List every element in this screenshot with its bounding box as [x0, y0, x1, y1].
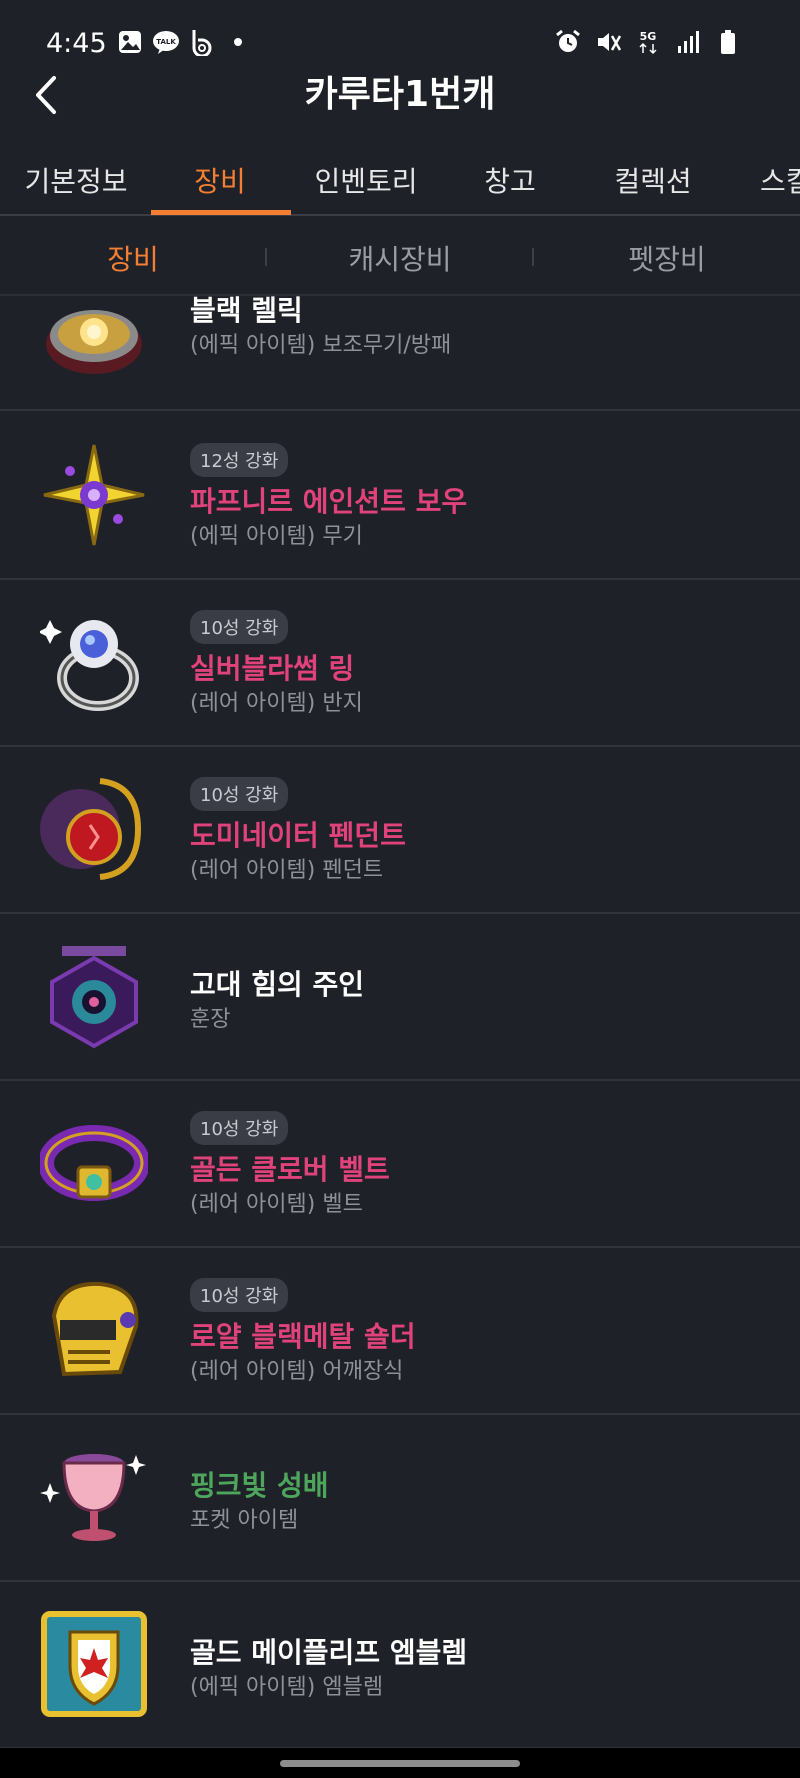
item-category: (에픽 아이템) 무기: [190, 524, 363, 549]
item-name: 고대 힘의 주인: [190, 968, 365, 1001]
tab-inventory[interactable]: 인벤토리: [306, 160, 426, 200]
network-label: 5G: [640, 30, 657, 43]
item-category: (레어 아이템) 반지: [190, 691, 363, 716]
enhance-badge: 10성 강화: [190, 1278, 289, 1312]
main-tabs: 기본정보 장비 인벤토리 창고 컬렉션 스킬: [0, 146, 800, 216]
item-category: (레어 아이템) 어깨장식: [190, 1359, 404, 1384]
subtab-pet-equipment[interactable]: 펫장비: [534, 238, 800, 278]
pendant-icon: [40, 778, 142, 880]
enhance-badge: 10성 강화: [190, 610, 289, 644]
item-category: (레어 아이템) 펜던트: [190, 858, 384, 883]
item-category: 훈장: [190, 1007, 231, 1032]
tab-basic-info[interactable]: 기본정보: [18, 160, 134, 200]
status-time: 4:45: [46, 28, 107, 59]
list-item[interactable]: 핑크빛 성배 포켓 아이템: [0, 1415, 800, 1582]
item-category: (에픽 아이템) 보조무기/방패: [190, 333, 452, 358]
list-item[interactable]: 10성 강화 도미네이터 펜던트 (레어 아이템) 펜던트: [0, 747, 800, 914]
enhance-badge: 10성 강화: [190, 1111, 289, 1145]
tab-skill[interactable]: 스킬: [760, 160, 800, 200]
enhance-badge: 10성 강화: [190, 777, 289, 811]
item-name: 실버블라썸 링: [190, 652, 355, 685]
5g-icon: 5G: [639, 30, 657, 55]
item-name: 파프니르 에인션트 보우: [190, 485, 468, 518]
chalice-icon: [40, 1454, 146, 1541]
equipment-list: 블랙 렐릭 (에픽 아이템) 보조무기/방패 12성 강화 파프니르 에인션트 …: [0, 296, 800, 1748]
list-item[interactable]: 블랙 렐릭 (에픽 아이템) 보조무기/방패: [0, 296, 800, 411]
belt-icon: [40, 1125, 148, 1201]
gallery-icon: [119, 31, 141, 53]
sub-tabs: 장비 캐시장비 펫장비: [0, 218, 800, 296]
subtab-cash-equipment[interactable]: 캐시장비: [267, 238, 533, 278]
item-name: 로얄 블랙메탈 숄더: [190, 1320, 416, 1353]
item-name: 골드 메이플리프 엠블렘: [190, 1636, 468, 1669]
page-title: 카루타1번캐: [304, 74, 496, 115]
talk-label: TALK: [156, 38, 176, 46]
list-item[interactable]: 골드 메이플리프 엠블렘 (에픽 아이템) 엠블렘: [0, 1582, 800, 1748]
list-item[interactable]: 10성 강화 로얄 블랙메탈 숄더 (레어 아이템) 어깨장식: [0, 1248, 800, 1415]
status-right-icons: 5G: [554, 28, 742, 56]
item-name: 블랙 렐릭: [190, 296, 303, 327]
emblem-icon: [41, 1611, 147, 1717]
medal-icon: [50, 946, 138, 1049]
kakaotalk-icon: TALK: [153, 31, 179, 54]
list-item[interactable]: 10성 강화 실버블라썸 링 (레어 아이템) 반지: [0, 580, 800, 747]
item-category: 포켓 아이템: [190, 1508, 299, 1533]
tab-storage[interactable]: 창고: [470, 160, 550, 200]
list-item[interactable]: 10성 강화 골든 클로버 벨트 (레어 아이템) 벨트: [0, 1081, 800, 1248]
tab-collection[interactable]: 컬렉션: [598, 160, 708, 200]
alarm-icon: [556, 29, 580, 52]
ring-icon: [40, 620, 139, 711]
shoulder-icon: [51, 1281, 139, 1377]
item-name: 핑크빛 성배: [190, 1469, 329, 1502]
navigation-bar: [0, 1748, 800, 1778]
relic-icon: [46, 310, 142, 374]
list-item[interactable]: 고대 힘의 주인 훈장: [0, 914, 800, 1081]
active-tab-indicator: [151, 210, 291, 215]
home-indicator[interactable]: [280, 1760, 520, 1767]
dot-icon: [234, 38, 242, 46]
battery-icon: [721, 30, 735, 54]
item-name: 도미네이터 펜던트: [190, 819, 406, 852]
enhance-badge: 12성 강화: [190, 443, 289, 477]
item-name: 골든 클로버 벨트: [190, 1153, 390, 1186]
tab-equipment[interactable]: 장비: [160, 160, 280, 200]
mute-icon: [598, 33, 622, 51]
b-app-icon: [192, 30, 212, 56]
subtab-equipment[interactable]: 장비: [0, 238, 266, 278]
status-left-icons: TALK: [116, 28, 252, 56]
bow-icon: [43, 444, 145, 546]
list-item[interactable]: 12성 강화 파프니르 에인션트 보우 (에픽 아이템) 무기: [0, 413, 800, 580]
item-category: (에픽 아이템) 엠블렘: [190, 1675, 384, 1700]
signal-icon: [678, 31, 699, 53]
item-category: (레어 아이템) 벨트: [190, 1192, 363, 1217]
